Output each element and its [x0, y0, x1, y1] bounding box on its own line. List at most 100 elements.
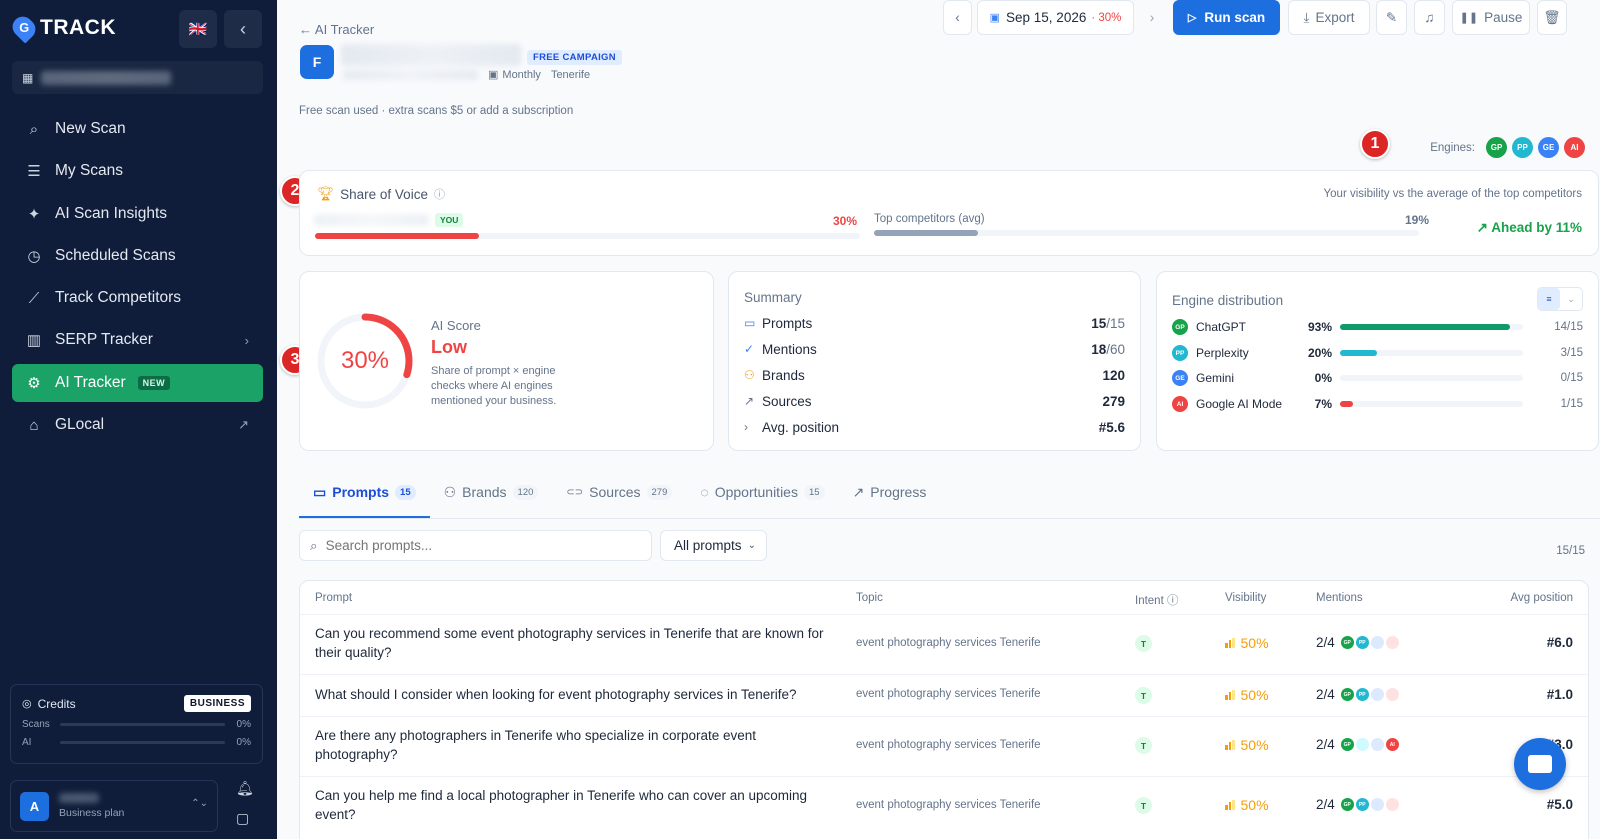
- export-button[interactable]: ⤓ Export: [1288, 0, 1370, 35]
- engines-label: Engines:: [1430, 141, 1475, 154]
- visibility-cell: 50%: [1225, 797, 1269, 813]
- table-row[interactable]: Are there any photographers in Tenerife …: [300, 716, 1588, 776]
- tab-prompts[interactable]: ▭ Prompts 15: [299, 475, 430, 518]
- credits-row-value: 0%: [236, 719, 251, 730]
- avg-position: #1.0: [1546, 687, 1573, 702]
- chevron-right-icon: ›: [744, 420, 748, 434]
- collapse-sidebar-button[interactable]: ‹: [224, 10, 262, 48]
- edit-button[interactable]: ✎: [1376, 0, 1407, 35]
- info-icon[interactable]: ⓘ: [434, 186, 445, 202]
- summary-row-value: 18: [1091, 341, 1107, 357]
- next-scan-button[interactable]: ›: [1139, 0, 1165, 35]
- competitors-share-bar: [874, 230, 1419, 236]
- pause-label: Pause: [1484, 10, 1523, 25]
- user-account-switcher[interactable]: A Business plan ⌃⌄: [10, 780, 218, 832]
- prompt-text: What should I consider when looking for …: [315, 687, 797, 702]
- list-check-icon: ☰: [27, 163, 41, 181]
- run-scan-button[interactable]: ▷ Run scan: [1173, 0, 1280, 35]
- sidebar-item-scheduled-scans[interactable]: ◷ Scheduled Scans: [12, 237, 263, 275]
- engine-count: 3/15: [1560, 347, 1583, 359]
- users-icon: ⚇: [443, 483, 457, 500]
- engine-percent: 7%: [1314, 397, 1332, 411]
- gemini-engine-icon: GE: [1172, 370, 1188, 386]
- mentions-value: 2/4: [1316, 635, 1335, 650]
- visibility-cell: 50%: [1225, 737, 1269, 753]
- app-logo[interactable]: G TRACK: [8, 12, 116, 44]
- chatgpt-engine-icon: GP: [1340, 636, 1354, 649]
- table-row[interactable]: Can you recommend some event photography…: [300, 614, 1588, 674]
- bar-chart-icon: ▥: [26, 332, 42, 350]
- summary-row-label: Sources: [762, 393, 812, 409]
- user-name-redacted: [59, 793, 99, 803]
- search-icon: ⌕: [29, 120, 39, 138]
- column-header-intent[interactable]: Intent ⓘ: [1135, 592, 1178, 608]
- your-share-percent: 30%: [833, 214, 858, 228]
- summary-row-prompts: ▭ Prompts 15/15: [744, 313, 1125, 333]
- search-input[interactable]: [325, 538, 626, 553]
- delete-button[interactable]: 🗑︎: [1537, 0, 1567, 35]
- engine-distribution-title: Engine distribution: [1172, 293, 1284, 308]
- tab-opportunities[interactable]: ◌ Opportunities 15: [686, 475, 838, 509]
- engine-row-gemini: GE Gemini 0% 0/15: [1172, 368, 1583, 388]
- scan-date-picker[interactable]: ▣ Sep 15, 2026 · 30%: [977, 0, 1134, 35]
- google-ai-mode-engine-icon: [1385, 688, 1399, 701]
- sidebar-item-ai-tracker[interactable]: ⚙ AI Tracker NEW: [12, 363, 263, 402]
- column-header-label: Intent: [1135, 595, 1164, 607]
- breadcrumb[interactable]: ← AI Tracker: [299, 22, 374, 37]
- tab-progress[interactable]: ↗ Progress: [839, 475, 941, 509]
- chat-icon[interactable]: ▢: [236, 810, 249, 827]
- pencil-icon: ✎: [1385, 9, 1398, 25]
- chatgpt-engine-icon: GP: [1340, 798, 1354, 811]
- sidebar-nav: ⌕ New Scan ☰ My Scans ✦ AI Scan Insights…: [12, 110, 263, 448]
- summary-row-label: Avg. position: [762, 419, 840, 435]
- list-view-icon[interactable]: ≡: [1538, 288, 1560, 310]
- ai-score-level: Low: [431, 337, 467, 357]
- notifications-button[interactable]: ♫: [1414, 0, 1445, 35]
- summary-row-avg-position: › Avg. position #5.6: [744, 417, 1125, 437]
- chatgpt-engine-icon: GP: [1340, 738, 1354, 751]
- signal-bars-icon: [1225, 800, 1235, 810]
- column-header-topic[interactable]: Topic: [856, 592, 883, 604]
- sidebar-item-label: SERP Tracker: [55, 331, 153, 349]
- engine-count: 0/15: [1560, 372, 1583, 384]
- chart-view-icon[interactable]: ⌄: [1560, 288, 1582, 310]
- user-plan: Business plan: [59, 806, 125, 819]
- summary-row-value: 279: [1102, 393, 1125, 409]
- message-icon: ▭: [313, 483, 327, 500]
- visibility-value: 50%: [1240, 797, 1269, 813]
- bell-icon[interactable]: 🔔︎: [236, 780, 254, 797]
- credits-row-scans: Scans 0%: [22, 719, 251, 730]
- sidebar-item-new-scan[interactable]: ⌕ New Scan: [12, 110, 263, 148]
- table-row[interactable]: What should I consider when looking for …: [300, 674, 1588, 716]
- calendar-icon: ▣: [989, 12, 1001, 24]
- summary-row-brands: ⚇ Brands 120: [744, 365, 1125, 385]
- tab-brands[interactable]: ⚇ Brands 120: [430, 475, 553, 509]
- sidebar-item-label: AI Scan Insights: [55, 204, 168, 222]
- sidebar-item-glocal[interactable]: ⌂ GLocal ↗: [12, 406, 263, 444]
- support-chat-button[interactable]: [1514, 738, 1566, 790]
- column-header-mentions[interactable]: Mentions: [1316, 592, 1363, 604]
- sidebar-item-serp-tracker[interactable]: ▥ SERP Tracker ›: [12, 321, 263, 359]
- column-header-prompt[interactable]: Prompt: [315, 592, 352, 604]
- tab-count: 120: [512, 484, 539, 500]
- intent-badge: T: [1135, 797, 1152, 814]
- table-row[interactable]: Can you help me find a local photographe…: [300, 776, 1588, 836]
- chatgpt-engine-icon: GP: [1340, 688, 1354, 701]
- sidebar-item-label: Track Competitors: [55, 289, 182, 307]
- language-flag-button[interactable]: 🇬🇧: [179, 10, 217, 48]
- sidebar-item-my-scans[interactable]: ☰ My Scans: [12, 152, 263, 190]
- prompts-filter-select[interactable]: All prompts ⌄: [660, 530, 767, 561]
- signal-bars-icon: [1225, 638, 1235, 648]
- organization-selector[interactable]: ▦: [12, 61, 263, 94]
- prompt-topic: event photography services Tenerife: [856, 799, 1041, 811]
- sidebar-item-track-competitors[interactable]: ⟋ Track Competitors: [12, 279, 263, 317]
- tab-sources[interactable]: ⊂⊃ Sources 279: [552, 475, 686, 509]
- robot-icon: ⚙: [27, 374, 41, 392]
- previous-scan-button[interactable]: ‹: [943, 0, 972, 35]
- column-header-visibility[interactable]: Visibility: [1225, 592, 1266, 604]
- pause-button[interactable]: ❚❚ Pause: [1452, 0, 1530, 35]
- sidebar-item-ai-scan-insights[interactable]: ✦ AI Scan Insights: [12, 195, 263, 233]
- search-prompts[interactable]: ⌕: [299, 530, 652, 561]
- column-header-avg-position[interactable]: Avg position: [1511, 592, 1573, 604]
- ai-score-card: 30% AI Score Low Share of prompt × engin…: [299, 271, 714, 451]
